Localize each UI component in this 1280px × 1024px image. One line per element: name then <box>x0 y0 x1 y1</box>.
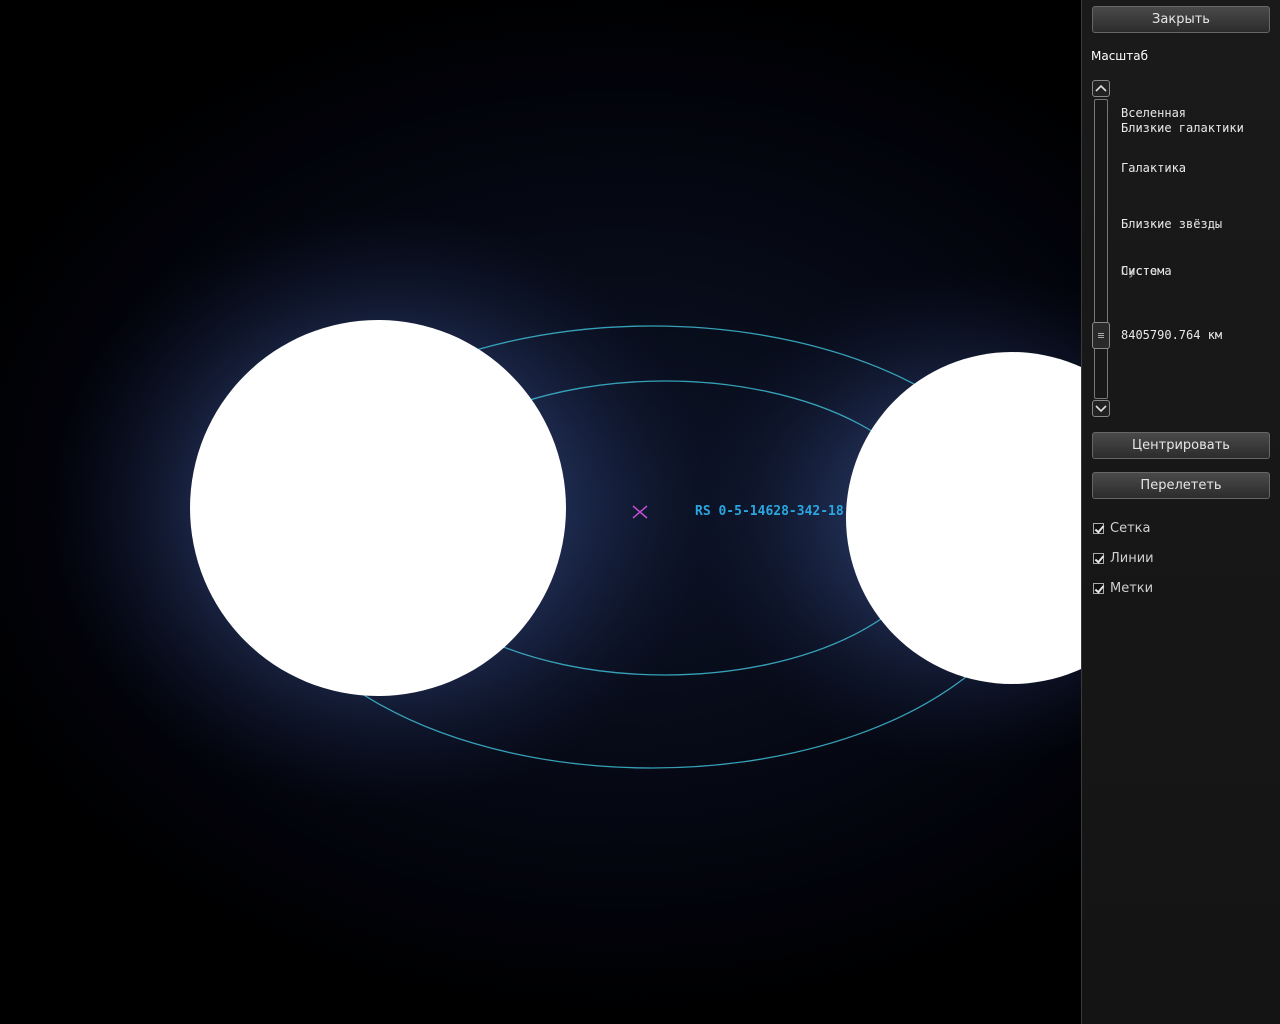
grid-toggle-label: Сетка <box>1110 521 1151 536</box>
lines-toggle-label: Линии <box>1110 551 1154 566</box>
lines-checkbox[interactable] <box>1093 553 1104 564</box>
scale-level-galaxy[interactable]: Галактика <box>1121 161 1186 175</box>
grid-checkbox[interactable] <box>1093 523 1104 534</box>
star-left[interactable] <box>190 320 566 696</box>
scale-level-universe[interactable]: Вселенная <box>1121 106 1186 120</box>
scale-level-empty[interactable]: Пусто <box>1121 264 1157 278</box>
system-map-viewport[interactable]: RS 0-5-14628-342-18 <box>0 0 1081 1024</box>
scale-title: Масштаб <box>1091 49 1149 63</box>
scale-level-near-stars[interactable]: Близкие звёзды <box>1121 217 1222 231</box>
lines-toggle[interactable]: Линии <box>1093 551 1154 566</box>
navigation-panel: Закрыть Масштаб Вселенная Близкие галакт… <box>1081 0 1280 1024</box>
scale-down-button[interactable] <box>1092 400 1110 417</box>
labels-toggle-label: Метки <box>1110 581 1154 596</box>
scale-slider[interactable] <box>1092 80 1112 419</box>
scale-slider-thumb[interactable] <box>1092 322 1110 349</box>
grid-toggle[interactable]: Сетка <box>1093 521 1150 536</box>
close-button[interactable]: Закрыть <box>1092 6 1270 33</box>
scale-up-button[interactable] <box>1092 80 1110 97</box>
scale-level-near-galaxies[interactable]: Близкие галактики <box>1121 121 1244 135</box>
system-map-canvas <box>48 208 1081 808</box>
labels-checkbox[interactable] <box>1093 583 1104 594</box>
labels-toggle[interactable]: Метки <box>1093 581 1153 596</box>
scale-slider-rail[interactable] <box>1094 99 1108 399</box>
fly-to-button[interactable]: Перелететь <box>1092 472 1270 499</box>
target-label[interactable]: RS 0-5-14628-342-18 <box>695 504 844 519</box>
chevron-up-icon <box>1095 84 1107 92</box>
chevron-down-icon <box>1095 405 1107 413</box>
scale-distance: 8405790.764 км <box>1121 328 1223 342</box>
grip-icon <box>1098 335 1104 336</box>
center-button[interactable]: Центрировать <box>1092 432 1270 459</box>
